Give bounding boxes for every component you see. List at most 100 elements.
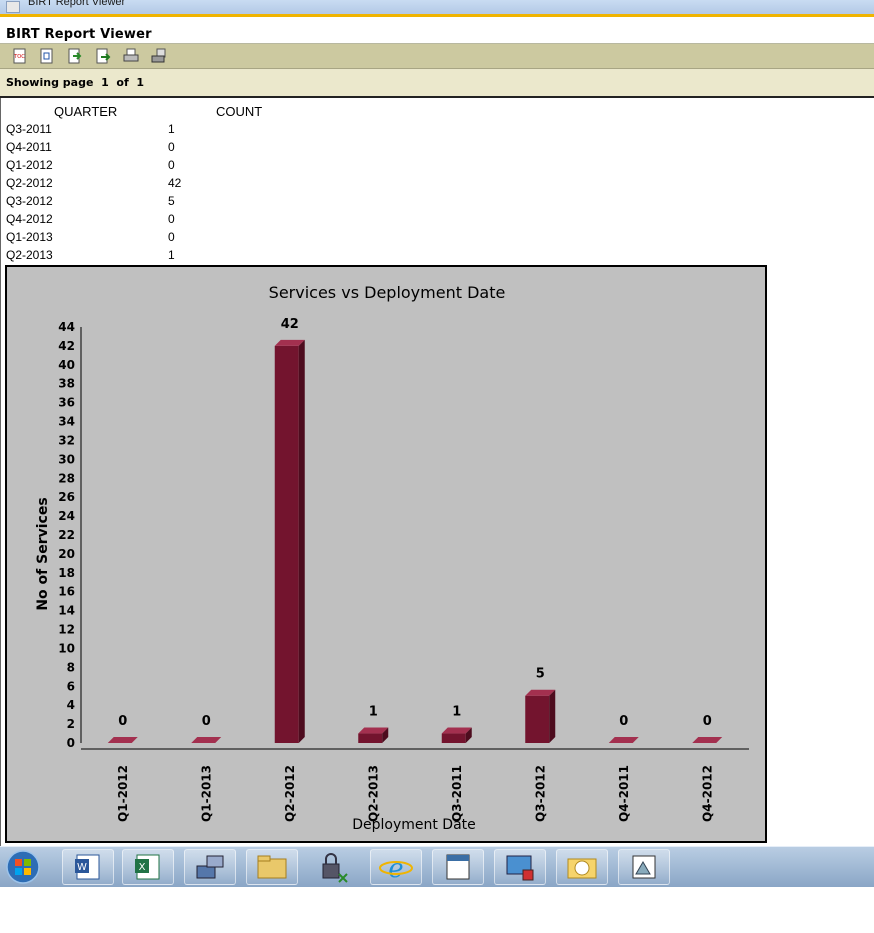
count-cell: 42 (168, 176, 182, 190)
y-tick-label: 32 (58, 433, 75, 447)
y-tick-label: 24 (58, 509, 75, 523)
chart-bar (441, 727, 472, 743)
window-icon (6, 1, 20, 13)
x-tick-label: Q2-2013 (366, 765, 380, 822)
viewer-header: BIRT Report Viewer (0, 17, 874, 44)
y-tick-label: 16 (58, 585, 75, 599)
excel-icon: X (135, 854, 160, 880)
quarter-cell: Q2-2013 (6, 248, 53, 262)
chart-bar (107, 737, 138, 743)
taskbar-app-excel[interactable]: X (122, 849, 174, 885)
print-server-icon[interactable] (151, 48, 167, 64)
y-tick-label: 40 (58, 358, 75, 372)
window-titlebar: BIRT Report Viewer (0, 0, 874, 17)
bar-chart: Services vs Deployment Date No of Servic… (35, 283, 749, 833)
y-tick-label: 8 (67, 660, 75, 674)
data-label: 1 (369, 705, 378, 720)
data-label: 1 (452, 705, 461, 720)
x-tick-label: Q4-2012 (700, 765, 714, 822)
y-axis-label: No of Services (35, 497, 51, 610)
y-tick-label: 38 (58, 377, 75, 391)
y-tick-label: 30 (58, 452, 75, 466)
page-indicator: Showing page 1 of 1 (6, 76, 145, 89)
internet-explorer-icon: e (379, 854, 413, 884)
toc-icon[interactable]: TOC (12, 48, 28, 64)
y-tick-label: 26 (58, 490, 75, 504)
data-label: 0 (703, 714, 712, 729)
table-row: Q1-2012 0 (6, 156, 206, 174)
svg-text:TOC: TOC (13, 54, 25, 60)
y-tick-label: 36 (58, 396, 75, 410)
y-tick-label: 6 (67, 679, 75, 693)
quarter-cell: Q1-2012 (6, 158, 53, 172)
taskbar: W X e (0, 846, 874, 887)
count-cell: 0 (168, 140, 175, 154)
chart-bar (191, 737, 222, 743)
word-icon: W (75, 854, 100, 880)
chart-title: Services vs Deployment Date (269, 283, 506, 302)
quarter-cell: Q4-2011 (6, 140, 52, 154)
taskbar-app-network[interactable] (184, 849, 236, 885)
taskbar-app-editor[interactable] (432, 849, 484, 885)
export-data-icon[interactable] (67, 48, 83, 64)
start-button-icon[interactable] (4, 849, 42, 885)
parameters-icon[interactable] (39, 48, 55, 64)
x-tick-label: Q3-2012 (533, 765, 547, 822)
y-tick-label: 22 (58, 528, 75, 542)
taskbar-app-word[interactable]: W (62, 849, 114, 885)
y-tick-label: 2 (67, 717, 75, 731)
chart-container: Services vs Deployment Date No of Servic… (5, 265, 767, 843)
chart-bar (358, 727, 389, 743)
y-tick-label: 10 (58, 641, 75, 655)
count-cell: 0 (168, 212, 175, 226)
y-tick-label: 12 (58, 623, 75, 637)
report-content: QUARTER COUNT Q3-2011 1 Q4-2011 0 Q1-201… (0, 98, 874, 846)
table-row: Q4-2011 0 (6, 138, 206, 156)
taskbar-app-report-designer[interactable] (618, 849, 670, 885)
report-designer-icon (632, 855, 656, 879)
y-tick-label: 42 (58, 339, 75, 353)
column-header-count: COUNT (216, 104, 263, 119)
taskbar-app-remote[interactable] (494, 849, 546, 885)
chart-bar (692, 737, 723, 743)
print-icon[interactable] (123, 48, 139, 64)
data-label: 5 (536, 667, 545, 682)
svg-text:W: W (77, 862, 87, 873)
table-row: Q2-2013 1 (6, 246, 206, 264)
network-tool-icon (196, 855, 224, 879)
y-tick-label: 44 (58, 320, 75, 334)
count-cell: 1 (168, 122, 175, 136)
chart-bar (274, 339, 305, 743)
taskbar-app-outlook[interactable] (556, 849, 608, 885)
y-tick-label: 0 (67, 736, 75, 750)
taskbar-app-explorer[interactable] (246, 849, 298, 885)
x-tick-label: Q1-2012 (116, 765, 130, 822)
export-report-icon[interactable] (95, 48, 111, 64)
quarter-cell: Q3-2012 (6, 194, 53, 208)
y-tick-label: 18 (58, 566, 75, 580)
chart-bar (525, 689, 556, 743)
chart-bar (608, 737, 639, 743)
quarter-cell: Q3-2011 (6, 122, 52, 136)
taskbar-app-ie[interactable]: e (370, 849, 422, 885)
x-tick-label: Q4-2011 (617, 765, 631, 822)
x-tick-label: Q1-2013 (199, 765, 213, 822)
column-header-quarter: QUARTER (54, 104, 118, 119)
quarter-cell: Q2-2012 (6, 176, 53, 190)
toolbar: TOC (0, 44, 874, 69)
security-lock-icon (322, 853, 348, 883)
remote-desktop-icon (506, 855, 534, 881)
y-tick-label: 28 (58, 471, 75, 485)
table-row: Q1-2013 0 (6, 228, 206, 246)
page-navigation-bar: Showing page 1 of 1 (0, 69, 874, 98)
y-tick-label: 4 (67, 698, 75, 712)
quarter-cell: Q4-2012 (6, 212, 53, 226)
svg-text:X: X (139, 862, 146, 873)
taskbar-app-security[interactable] (308, 849, 360, 885)
outlook-icon (567, 858, 597, 879)
window-title: BIRT Report Viewer (28, 0, 126, 8)
y-tick-label: 34 (58, 415, 75, 429)
data-label: 0 (118, 714, 127, 729)
file-explorer-icon (257, 855, 287, 879)
text-editor-icon (446, 854, 470, 880)
